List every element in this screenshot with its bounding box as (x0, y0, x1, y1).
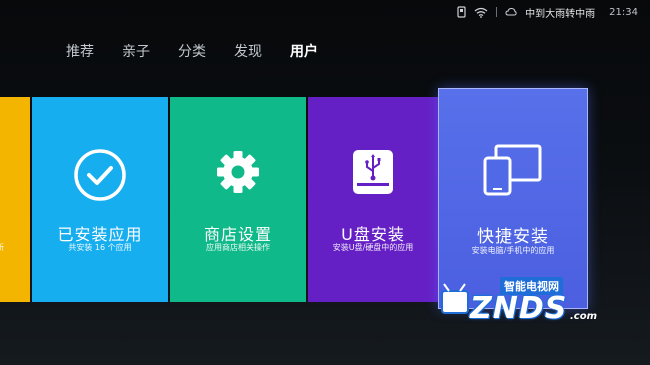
status-divider (496, 7, 498, 17)
tile-partial-left[interactable]: 新 (0, 97, 30, 302)
status-bar: 中到大雨转中雨 21:34 (457, 0, 650, 24)
weather-text: 中到大雨转中雨 (525, 8, 596, 20)
check-circle-icon (32, 147, 168, 203)
tab-kids[interactable]: 亲子 (122, 41, 150, 61)
tile-usb-install[interactable]: U盘安装 安装U盘/硬盘中的应用 (308, 97, 438, 302)
tile-subtitle: 安装U盘/硬盘中的应用 (332, 243, 414, 252)
tile-store-settings[interactable]: 商店设置 应用商店相关操作 (170, 97, 306, 302)
tile-quick-install[interactable]: 快捷安装 安装电脑/手机中的应用 (438, 88, 588, 309)
znds-watermark: 智能电视网 ZNDS .com (440, 277, 610, 337)
tile-row: 新 已安装应用 共安装 16 个应用 (0, 88, 650, 309)
tile-subtitle: 新 (0, 242, 30, 253)
usb-drive-icon (308, 147, 438, 197)
tile-subtitle: 应用商店相关操作 (206, 243, 270, 252)
usb-drive-status-icon (457, 6, 466, 18)
weather-icon (505, 7, 517, 18)
clock: 21:34 (609, 6, 638, 18)
tile-title: 快捷安装 (477, 227, 549, 247)
tab-user[interactable]: 用户 (290, 41, 318, 61)
tv-logo-icon (440, 283, 472, 327)
tab-recommend[interactable]: 推荐 (66, 41, 94, 61)
tab-categories[interactable]: 分类 (178, 41, 206, 61)
tile-subtitle: 安装电脑/手机中的应用 (471, 246, 555, 255)
watermark-logo-text: ZNDS (470, 291, 568, 326)
tab-discover[interactable]: 发现 (234, 41, 262, 61)
tile-subtitle: 共安装 16 个应用 (68, 243, 132, 252)
wifi-icon (474, 7, 488, 18)
tile-installed-apps[interactable]: 已安装应用 共安装 16 个应用 (32, 97, 168, 302)
gear-icon (170, 147, 306, 197)
top-nav: 推荐 亲子 分类 发现 用户 (66, 41, 318, 61)
devices-icon (439, 144, 587, 196)
watermark-domain: .com (570, 311, 598, 322)
